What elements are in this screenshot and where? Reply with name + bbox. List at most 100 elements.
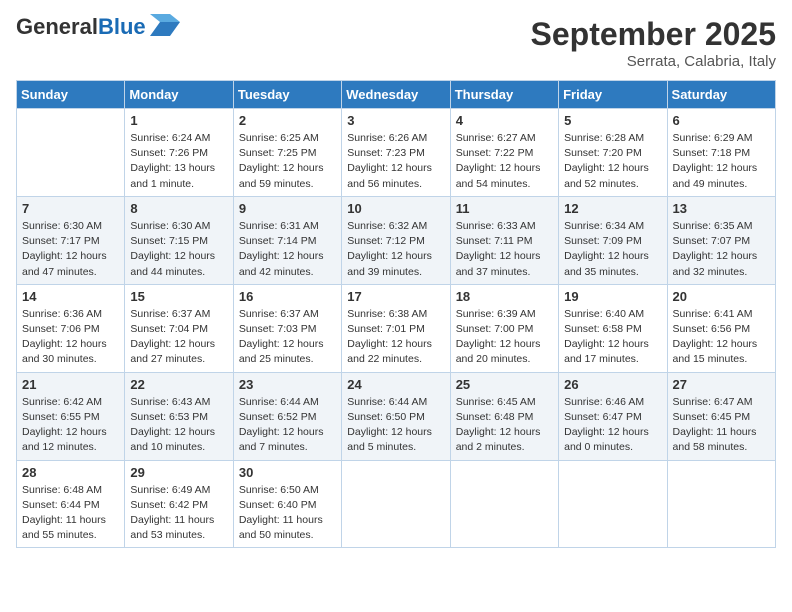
- day-info: Sunrise: 6:43 AMSunset: 6:53 PMDaylight:…: [130, 395, 227, 456]
- logo-icon: [150, 14, 180, 36]
- calendar-week-row: 28Sunrise: 6:48 AMSunset: 6:44 PMDayligh…: [17, 460, 776, 548]
- day-info: Sunrise: 6:49 AMSunset: 6:42 PMDaylight:…: [130, 483, 227, 544]
- day-info: Sunrise: 6:41 AMSunset: 6:56 PMDaylight:…: [673, 307, 770, 368]
- calendar-week-row: 1 Sunrise: 6:24 AMSunset: 7:26 PMDaylight…: [17, 109, 776, 197]
- day-number: 7: [22, 201, 119, 216]
- day-info: Sunrise: 6:29 AMSunset: 7:18 PMDaylight:…: [673, 131, 770, 192]
- day-number: 27: [673, 377, 770, 392]
- day-number: 5: [564, 113, 661, 128]
- calendar-week-row: 14 Sunrise: 6:36 AMSunset: 7:06 PMDayligh…: [17, 284, 776, 372]
- day-info: Sunrise: 6:31 AMSunset: 7:14 PMDaylight:…: [239, 219, 336, 280]
- calendar-cell: 7 Sunrise: 6:30 AMSunset: 7:17 PMDaylight…: [17, 196, 125, 284]
- calendar-cell: 8 Sunrise: 6:30 AMSunset: 7:15 PMDaylight…: [125, 196, 233, 284]
- calendar-cell: 30 Sunrise: 6:50 AMSunset: 6:40 PMDayligh…: [233, 460, 341, 548]
- day-info: Sunrise: 6:38 AMSunset: 7:01 PMDaylight:…: [347, 307, 444, 368]
- day-number: 17: [347, 289, 444, 304]
- calendar-cell: [450, 460, 558, 548]
- day-number: 18: [456, 289, 553, 304]
- day-info: Sunrise: 6:45 AMSunset: 6:48 PMDaylight:…: [456, 395, 553, 456]
- location: Serrata, Calabria, Italy: [531, 53, 776, 70]
- day-info: Sunrise: 6:25 AMSunset: 7:25 PMDaylight:…: [239, 131, 336, 192]
- day-number: 19: [564, 289, 661, 304]
- day-number: 23: [239, 377, 336, 392]
- day-number: 16: [239, 289, 336, 304]
- calendar-cell: [559, 460, 667, 548]
- calendar-cell: 20 Sunrise: 6:41 AMSunset: 6:56 PMDayligh…: [667, 284, 775, 372]
- day-info: Sunrise: 6:34 AMSunset: 7:09 PMDaylight:…: [564, 219, 661, 280]
- day-info: Sunrise: 6:37 AMSunset: 7:04 PMDaylight:…: [130, 307, 227, 368]
- day-number: 26: [564, 377, 661, 392]
- day-number: 10: [347, 201, 444, 216]
- title-block: September 2025 Serrata, Calabria, Italy: [531, 16, 776, 70]
- day-number: 13: [673, 201, 770, 216]
- day-number: 8: [130, 201, 227, 216]
- calendar-cell: 6Sunrise: 6:29 AMSunset: 7:18 PMDaylight…: [667, 109, 775, 197]
- day-info: Sunrise: 6:27 AMSunset: 7:22 PMDaylight:…: [456, 131, 553, 192]
- day-number: 20: [673, 289, 770, 304]
- calendar-cell: [17, 109, 125, 197]
- day-info: Sunrise: 6:30 AMSunset: 7:17 PMDaylight:…: [22, 219, 119, 280]
- calendar-week-row: 7 Sunrise: 6:30 AMSunset: 7:17 PMDaylight…: [17, 196, 776, 284]
- day-number: 29: [130, 465, 227, 480]
- day-number: 1: [130, 113, 227, 128]
- day-info: Sunrise: 6:36 AMSunset: 7:06 PMDaylight:…: [22, 307, 119, 368]
- calendar-cell: 1 Sunrise: 6:24 AMSunset: 7:26 PMDaylight…: [125, 109, 233, 197]
- calendar-cell: 19 Sunrise: 6:40 AMSunset: 6:58 PMDayligh…: [559, 284, 667, 372]
- calendar-cell: 2Sunrise: 6:25 AMSunset: 7:25 PMDaylight…: [233, 109, 341, 197]
- day-info: Sunrise: 6:44 AMSunset: 6:52 PMDaylight:…: [239, 395, 336, 456]
- day-of-week-header: Thursday: [450, 81, 558, 109]
- calendar-cell: 27Sunrise: 6:47 AMSunset: 6:45 PMDayligh…: [667, 372, 775, 460]
- day-number: 9: [239, 201, 336, 216]
- day-info: Sunrise: 6:35 AMSunset: 7:07 PMDaylight:…: [673, 219, 770, 280]
- day-info: Sunrise: 6:30 AMSunset: 7:15 PMDaylight:…: [130, 219, 227, 280]
- calendar-cell: 25 Sunrise: 6:45 AMSunset: 6:48 PMDayligh…: [450, 372, 558, 460]
- day-of-week-header: Friday: [559, 81, 667, 109]
- month-title: September 2025: [531, 16, 776, 53]
- day-of-week-header: Saturday: [667, 81, 775, 109]
- calendar-cell: 28Sunrise: 6:48 AMSunset: 6:44 PMDayligh…: [17, 460, 125, 548]
- calendar-cell: 15Sunrise: 6:37 AMSunset: 7:04 PMDayligh…: [125, 284, 233, 372]
- calendar-cell: 17 Sunrise: 6:38 AMSunset: 7:01 PMDayligh…: [342, 284, 450, 372]
- calendar-cell: 24 Sunrise: 6:44 AMSunset: 6:50 PMDayligh…: [342, 372, 450, 460]
- day-number: 11: [456, 201, 553, 216]
- calendar-cell: 3Sunrise: 6:26 AMSunset: 7:23 PMDaylight…: [342, 109, 450, 197]
- calendar-cell: 10 Sunrise: 6:32 AMSunset: 7:12 PMDayligh…: [342, 196, 450, 284]
- day-number: 14: [22, 289, 119, 304]
- day-info: Sunrise: 6:40 AMSunset: 6:58 PMDaylight:…: [564, 307, 661, 368]
- calendar-cell: 12 Sunrise: 6:34 AMSunset: 7:09 PMDayligh…: [559, 196, 667, 284]
- calendar-cell: 14 Sunrise: 6:36 AMSunset: 7:06 PMDayligh…: [17, 284, 125, 372]
- calendar-cell: [667, 460, 775, 548]
- logo-text: GeneralBlue: [16, 16, 146, 38]
- page-header: GeneralBlue September 2025 Serrata, Cala…: [16, 16, 776, 70]
- day-info: Sunrise: 6:26 AMSunset: 7:23 PMDaylight:…: [347, 131, 444, 192]
- day-info: Sunrise: 6:32 AMSunset: 7:12 PMDaylight:…: [347, 219, 444, 280]
- day-info: Sunrise: 6:39 AMSunset: 7:00 PMDaylight:…: [456, 307, 553, 368]
- calendar-cell: 16 Sunrise: 6:37 AMSunset: 7:03 PMDayligh…: [233, 284, 341, 372]
- day-info: Sunrise: 6:24 AMSunset: 7:26 PMDaylight:…: [130, 131, 227, 192]
- calendar-cell: 26Sunrise: 6:46 AMSunset: 6:47 PMDayligh…: [559, 372, 667, 460]
- day-info: Sunrise: 6:44 AMSunset: 6:50 PMDaylight:…: [347, 395, 444, 456]
- day-info: Sunrise: 6:37 AMSunset: 7:03 PMDaylight:…: [239, 307, 336, 368]
- calendar-header-row: SundayMondayTuesdayWednesdayThursdayFrid…: [17, 81, 776, 109]
- calendar-cell: 22Sunrise: 6:43 AMSunset: 6:53 PMDayligh…: [125, 372, 233, 460]
- calendar-table: SundayMondayTuesdayWednesdayThursdayFrid…: [16, 80, 776, 548]
- day-of-week-header: Monday: [125, 81, 233, 109]
- calendar-cell: 13 Sunrise: 6:35 AMSunset: 7:07 PMDayligh…: [667, 196, 775, 284]
- calendar-cell: 9 Sunrise: 6:31 AMSunset: 7:14 PMDaylight…: [233, 196, 341, 284]
- day-number: 24: [347, 377, 444, 392]
- calendar-week-row: 21 Sunrise: 6:42 AMSunset: 6:55 PMDayligh…: [17, 372, 776, 460]
- calendar-cell: 5 Sunrise: 6:28 AMSunset: 7:20 PMDaylight…: [559, 109, 667, 197]
- day-number: 21: [22, 377, 119, 392]
- day-number: 4: [456, 113, 553, 128]
- calendar-cell: [342, 460, 450, 548]
- logo: GeneralBlue: [16, 16, 180, 38]
- day-info: Sunrise: 6:42 AMSunset: 6:55 PMDaylight:…: [22, 395, 119, 456]
- day-number: 30: [239, 465, 336, 480]
- day-number: 25: [456, 377, 553, 392]
- day-number: 12: [564, 201, 661, 216]
- day-info: Sunrise: 6:50 AMSunset: 6:40 PMDaylight:…: [239, 483, 336, 544]
- day-info: Sunrise: 6:28 AMSunset: 7:20 PMDaylight:…: [564, 131, 661, 192]
- day-number: 28: [22, 465, 119, 480]
- calendar-cell: 18 Sunrise: 6:39 AMSunset: 7:00 PMDayligh…: [450, 284, 558, 372]
- calendar-cell: 4 Sunrise: 6:27 AMSunset: 7:22 PMDaylight…: [450, 109, 558, 197]
